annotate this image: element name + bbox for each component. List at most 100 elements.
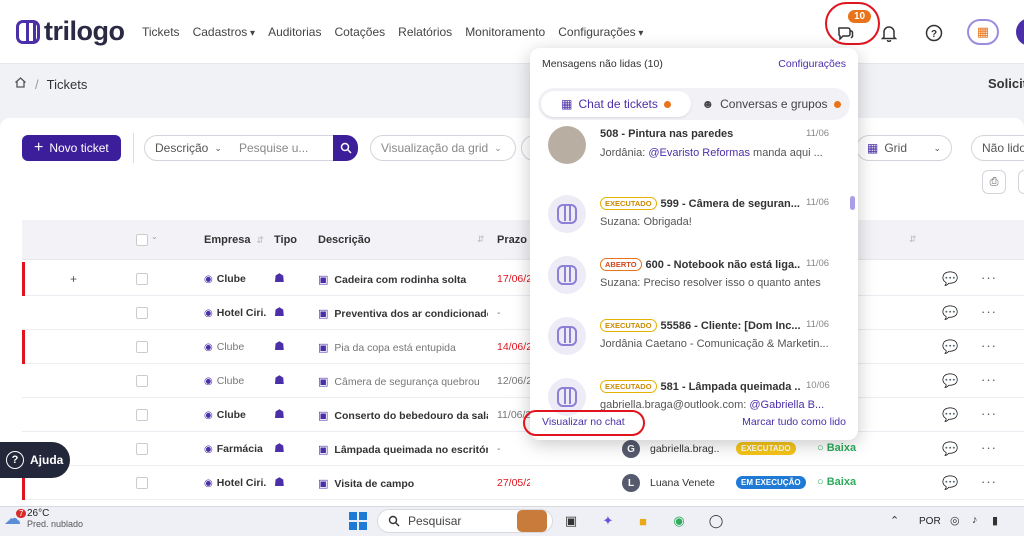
- message-item[interactable]: ABERTO 600 - Notebook não está liga... 11/…: [530, 246, 858, 306]
- image-icon: ▣: [318, 444, 329, 456]
- row-chat-icon[interactable]: 💬: [942, 305, 958, 321]
- row-chat-icon[interactable]: 💬: [942, 407, 958, 423]
- nav-configuracoes[interactable]: Configurações: [558, 25, 643, 39]
- help-button[interactable]: ? Ajuda: [0, 442, 70, 478]
- row-checkbox[interactable]: [136, 341, 148, 353]
- cell-descricao[interactable]: ▣Conserto do bebedouro da sala d...: [318, 409, 488, 422]
- cell-empresa: ◉Hotel Ciri...: [204, 477, 266, 489]
- select-all-checkbox[interactable]: [136, 234, 148, 246]
- chevron-down-icon[interactable]: ⌄: [151, 232, 158, 241]
- panel-settings-link[interactable]: Configurações: [778, 58, 846, 70]
- unread-filter-select[interactable]: Não lido: [971, 135, 1024, 161]
- message-title: EXECUTADO 581 - Lâmpada queimada ...: [600, 380, 800, 393]
- book-icon[interactable]: ▦: [967, 19, 999, 45]
- message-date: 11/06: [806, 197, 830, 208]
- panel-scrollbar[interactable]: [850, 196, 855, 210]
- cell-empresa: ◉ Clube: [204, 341, 245, 353]
- tab-chat-de-tickets[interactable]: ▦ Chat de tickets: [541, 91, 691, 117]
- cell-descricao[interactable]: ▣ Lâmpada queimada no escritório: [318, 443, 488, 456]
- message-item[interactable]: 508 - Pintura nas paredes 11/06 Jordânia: …: [530, 124, 858, 184]
- column-empresa[interactable]: Empresa ⇵: [204, 234, 264, 246]
- column-prazo[interactable]: Prazo: [497, 234, 527, 246]
- trilogo-mark-icon: [557, 326, 577, 346]
- copilot-icon[interactable]: ✦: [597, 510, 619, 532]
- logo[interactable]: trilogo: [16, 16, 125, 47]
- row-more-icon[interactable]: ···: [981, 270, 997, 285]
- nav-cotacoes[interactable]: Cotações: [334, 25, 385, 39]
- cell-descricao[interactable]: ▣ Câmera de segurança quebrou: [318, 375, 488, 388]
- image-icon: ▣: [318, 376, 329, 388]
- row-checkbox[interactable]: [136, 477, 148, 489]
- main-nav: Tickets Cadastros Auditorias Cotações Re…: [142, 25, 643, 39]
- column-descricao[interactable]: Descrição: [318, 234, 371, 246]
- chrome-icon[interactable]: ◉: [668, 510, 690, 532]
- breadcrumb: / Tickets: [14, 76, 87, 92]
- home-icon[interactable]: [14, 76, 27, 92]
- tab-conversas-e-grupos[interactable]: ☻ Conversas e grupos: [696, 91, 846, 117]
- volume-icon[interactable]: ♪: [972, 514, 978, 526]
- mark-all-read-link[interactable]: Marcar tudo como lido: [742, 416, 846, 428]
- description-filter-select[interactable]: Descrição ⌄: [144, 135, 230, 161]
- weather-widget[interactable]: ☁ 7 26°C Pred. nublado: [4, 508, 83, 529]
- search-icon: [340, 142, 352, 154]
- help-icon[interactable]: ?: [923, 22, 945, 44]
- row-chat-icon[interactable]: 💬: [942, 271, 958, 287]
- app-icon[interactable]: ◯: [705, 510, 727, 532]
- row-more-icon[interactable]: ···: [981, 406, 997, 421]
- row-checkbox[interactable]: [136, 443, 148, 455]
- ticket-chat-icon: ▦: [561, 97, 573, 111]
- row-checkbox[interactable]: [136, 307, 148, 319]
- cell-descricao[interactable]: ▣ Visita de campo: [318, 477, 488, 490]
- sort-icon[interactable]: ⇵: [909, 234, 917, 245]
- sort-icon[interactable]: ⇵: [477, 234, 485, 245]
- windows-start-icon[interactable]: [349, 512, 367, 530]
- row-more-icon[interactable]: ···: [981, 372, 997, 387]
- grid-view-select[interactable]: Visualização da grid ⌄: [370, 135, 516, 161]
- new-ticket-button[interactable]: + Novo ticket: [22, 135, 121, 161]
- expand-row-icon[interactable]: +: [70, 272, 77, 286]
- grid-mode-select[interactable]: ▦ Grid ⌄: [856, 135, 952, 161]
- nav-tickets[interactable]: Tickets: [142, 25, 180, 39]
- column-tipo[interactable]: Tipo: [274, 234, 297, 246]
- message-item[interactable]: EXECUTADO 55586 - Cliente: [Dom Inc... 11/…: [530, 307, 858, 367]
- solicitation-label[interactable]: Solicit: [988, 76, 1024, 91]
- nav-cadastros[interactable]: Cadastros: [193, 25, 256, 39]
- bell-icon[interactable]: [878, 22, 900, 44]
- location-pin-icon: ◉: [204, 410, 213, 421]
- row-chat-icon[interactable]: 💬: [942, 441, 958, 457]
- file-explorer-icon[interactable]: ■: [632, 510, 654, 532]
- image-icon: ▣: [318, 308, 329, 320]
- search-button[interactable]: [333, 135, 358, 161]
- svg-text:?: ?: [931, 29, 937, 40]
- cell-descricao[interactable]: ▣ Cadeira com rodinha solta: [318, 273, 488, 286]
- location-pin-icon: ◉: [204, 308, 213, 319]
- row-checkbox[interactable]: [136, 375, 148, 387]
- row-chat-icon[interactable]: 💬: [942, 339, 958, 355]
- row-checkbox[interactable]: [136, 273, 148, 285]
- nav-monitoramento[interactable]: Monitoramento: [465, 25, 545, 39]
- message-item[interactable]: EXECUTADO 599 - Câmera de seguran... 11/06…: [530, 185, 858, 245]
- cell-descricao[interactable]: ▣ Pia da copa está entupida: [318, 341, 488, 354]
- language-indicator[interactable]: POR: [919, 516, 941, 527]
- row-chat-icon[interactable]: 💬: [942, 475, 958, 491]
- search-input[interactable]: Pesquise u...: [229, 135, 334, 161]
- cell-descricao[interactable]: ▣ Preventiva dos ar condicionados: [318, 307, 488, 320]
- nav-auditorias[interactable]: Auditorias: [268, 25, 321, 39]
- row-checkbox[interactable]: [136, 409, 148, 421]
- task-view-icon[interactable]: ▣: [560, 510, 582, 532]
- row-chat-icon[interactable]: 💬: [942, 373, 958, 389]
- chevron-up-icon[interactable]: ⌃: [890, 514, 899, 527]
- row-more-icon[interactable]: ···: [981, 338, 997, 353]
- more-export-icon[interactable]: [1018, 170, 1024, 194]
- nav-relatorios[interactable]: Relatórios: [398, 25, 452, 39]
- network-icon[interactable]: ◎: [950, 514, 960, 527]
- battery-icon[interactable]: ▮: [992, 514, 998, 527]
- location-pin-icon: ◉: [204, 444, 213, 455]
- row-more-icon[interactable]: ···: [981, 304, 997, 319]
- row-more-icon[interactable]: ···: [981, 440, 997, 455]
- row-more-icon[interactable]: ···: [981, 474, 997, 489]
- pdf-export-icon[interactable]: ⎙: [982, 170, 1006, 194]
- ticket-type-icon: ☗: [274, 407, 285, 421]
- search-highlight-icon[interactable]: [517, 510, 547, 532]
- highlight-ring-view-chat: [523, 410, 645, 436]
